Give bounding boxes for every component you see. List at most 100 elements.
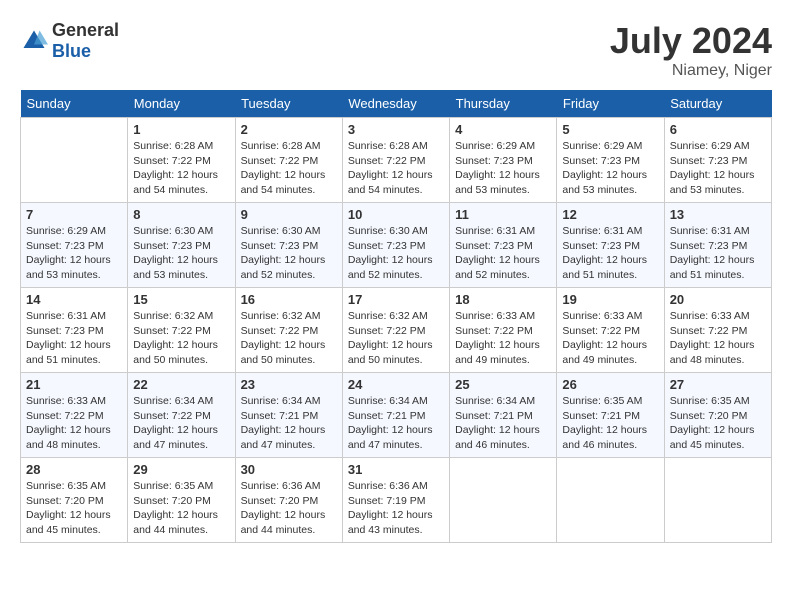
table-row: 12Sunrise: 6:31 AMSunset: 7:23 PMDayligh… — [557, 203, 664, 288]
calendar-week-3: 14Sunrise: 6:31 AMSunset: 7:23 PMDayligh… — [21, 288, 772, 373]
day-number: 11 — [455, 207, 551, 222]
day-info: Sunrise: 6:33 AMSunset: 7:22 PMDaylight:… — [26, 394, 122, 453]
table-row: 4 Sunrise: 6:29 AMSunset: 7:23 PMDaylight… — [450, 118, 557, 203]
day-info: Sunrise: 6:30 AMSunset: 7:23 PMDaylight:… — [348, 224, 444, 283]
day-info: Sunrise: 6:33 AMSunset: 7:22 PMDaylight:… — [562, 309, 658, 368]
table-row: 30 Sunrise: 6:36 AMSunset: 7:20 PMDayligh… — [235, 458, 342, 543]
table-row: 25 Sunrise: 6:34 AMSunset: 7:21 PMDayligh… — [450, 373, 557, 458]
table-row — [557, 458, 664, 543]
calendar-week-4: 21 Sunrise: 6:33 AMSunset: 7:22 PMDayligh… — [21, 373, 772, 458]
table-row: 28 Sunrise: 6:35 AMSunset: 7:20 PMDayligh… — [21, 458, 128, 543]
day-number: 29 — [133, 462, 229, 477]
calendar-week-1: 1 Sunrise: 6:28 AMSunset: 7:22 PMDaylight… — [21, 118, 772, 203]
header-sunday: Sunday — [21, 90, 128, 118]
day-info: Sunrise: 6:29 AMSunset: 7:23 PMDaylight:… — [26, 224, 122, 283]
day-info: Sunrise: 6:36 AMSunset: 7:19 PMDaylight:… — [348, 479, 444, 538]
day-info: Sunrise: 6:34 AMSunset: 7:22 PMDaylight:… — [133, 394, 229, 453]
table-row: 7 Sunrise: 6:29 AMSunset: 7:23 PMDaylight… — [21, 203, 128, 288]
calendar-week-5: 28 Sunrise: 6:35 AMSunset: 7:20 PMDayligh… — [21, 458, 772, 543]
table-row — [450, 458, 557, 543]
header-thursday: Thursday — [450, 90, 557, 118]
calendar-table: Sunday Monday Tuesday Wednesday Thursday… — [20, 90, 772, 543]
day-info: Sunrise: 6:29 AMSunset: 7:23 PMDaylight:… — [670, 139, 766, 198]
day-number: 25 — [455, 377, 551, 392]
page-header: General Blue July 2024 Niamey, Niger — [20, 20, 772, 80]
location-label: Niamey, Niger — [610, 62, 772, 80]
table-row: 31 Sunrise: 6:36 AMSunset: 7:19 PMDayligh… — [342, 458, 449, 543]
day-info: Sunrise: 6:29 AMSunset: 7:23 PMDaylight:… — [455, 139, 551, 198]
table-row — [664, 458, 771, 543]
header-friday: Friday — [557, 90, 664, 118]
day-number: 30 — [241, 462, 337, 477]
day-info: Sunrise: 6:34 AMSunset: 7:21 PMDaylight:… — [241, 394, 337, 453]
day-info: Sunrise: 6:32 AMSunset: 7:22 PMDaylight:… — [241, 309, 337, 368]
table-row: 14Sunrise: 6:31 AMSunset: 7:23 PMDayligh… — [21, 288, 128, 373]
day-info: Sunrise: 6:35 AMSunset: 7:20 PMDaylight:… — [670, 394, 766, 453]
table-row: 24 Sunrise: 6:34 AMSunset: 7:21 PMDayligh… — [342, 373, 449, 458]
day-number: 12 — [562, 207, 658, 222]
day-info: Sunrise: 6:33 AMSunset: 7:22 PMDaylight:… — [670, 309, 766, 368]
logo: General Blue — [20, 20, 119, 62]
day-info: Sunrise: 6:32 AMSunset: 7:22 PMDaylight:… — [133, 309, 229, 368]
day-number: 26 — [562, 377, 658, 392]
day-number: 5 — [562, 122, 658, 137]
day-number: 24 — [348, 377, 444, 392]
logo-general-text: General — [52, 20, 119, 40]
day-number: 22 — [133, 377, 229, 392]
day-info: Sunrise: 6:34 AMSunset: 7:21 PMDaylight:… — [348, 394, 444, 453]
day-number: 1 — [133, 122, 229, 137]
table-row: 3Sunrise: 6:28 AMSunset: 7:22 PMDaylight… — [342, 118, 449, 203]
day-number: 18 — [455, 292, 551, 307]
day-number: 16 — [241, 292, 337, 307]
day-info: Sunrise: 6:35 AMSunset: 7:20 PMDaylight:… — [26, 479, 122, 538]
table-row — [21, 118, 128, 203]
table-row: 20Sunrise: 6:33 AMSunset: 7:22 PMDayligh… — [664, 288, 771, 373]
day-number: 31 — [348, 462, 444, 477]
table-row: 19Sunrise: 6:33 AMSunset: 7:22 PMDayligh… — [557, 288, 664, 373]
header-saturday: Saturday — [664, 90, 771, 118]
table-row: 21 Sunrise: 6:33 AMSunset: 7:22 PMDayligh… — [21, 373, 128, 458]
table-row: 9Sunrise: 6:30 AMSunset: 7:23 PMDaylight… — [235, 203, 342, 288]
table-row: 29 Sunrise: 6:35 AMSunset: 7:20 PMDayligh… — [128, 458, 235, 543]
table-row: 23 Sunrise: 6:34 AMSunset: 7:21 PMDayligh… — [235, 373, 342, 458]
day-number: 21 — [26, 377, 122, 392]
table-row: 1 Sunrise: 6:28 AMSunset: 7:22 PMDaylight… — [128, 118, 235, 203]
day-number: 2 — [241, 122, 337, 137]
title-block: July 2024 Niamey, Niger — [610, 20, 772, 80]
day-number: 7 — [26, 207, 122, 222]
day-info: Sunrise: 6:30 AMSunset: 7:23 PMDaylight:… — [133, 224, 229, 283]
table-row: 13Sunrise: 6:31 AMSunset: 7:23 PMDayligh… — [664, 203, 771, 288]
day-info: Sunrise: 6:31 AMSunset: 7:23 PMDaylight:… — [455, 224, 551, 283]
day-info: Sunrise: 6:32 AMSunset: 7:22 PMDaylight:… — [348, 309, 444, 368]
day-number: 17 — [348, 292, 444, 307]
day-info: Sunrise: 6:31 AMSunset: 7:23 PMDaylight:… — [670, 224, 766, 283]
header-wednesday: Wednesday — [342, 90, 449, 118]
day-number: 23 — [241, 377, 337, 392]
header-monday: Monday — [128, 90, 235, 118]
table-row: 17 Sunrise: 6:32 AMSunset: 7:22 PMDayligh… — [342, 288, 449, 373]
logo-icon — [20, 27, 48, 55]
table-row: 18 Sunrise: 6:33 AMSunset: 7:22 PMDayligh… — [450, 288, 557, 373]
day-number: 15 — [133, 292, 229, 307]
table-row: 16 Sunrise: 6:32 AMSunset: 7:22 PMDayligh… — [235, 288, 342, 373]
day-info: Sunrise: 6:30 AMSunset: 7:23 PMDaylight:… — [241, 224, 337, 283]
calendar-header-row: Sunday Monday Tuesday Wednesday Thursday… — [21, 90, 772, 118]
table-row: 22 Sunrise: 6:34 AMSunset: 7:22 PMDayligh… — [128, 373, 235, 458]
day-info: Sunrise: 6:28 AMSunset: 7:22 PMDaylight:… — [133, 139, 229, 198]
day-info: Sunrise: 6:31 AMSunset: 7:23 PMDaylight:… — [26, 309, 122, 368]
month-title: July 2024 — [610, 20, 772, 62]
table-row: 11 Sunrise: 6:31 AMSunset: 7:23 PMDayligh… — [450, 203, 557, 288]
day-info: Sunrise: 6:28 AMSunset: 7:22 PMDaylight:… — [241, 139, 337, 198]
day-info: Sunrise: 6:35 AMSunset: 7:20 PMDaylight:… — [133, 479, 229, 538]
day-info: Sunrise: 6:29 AMSunset: 7:23 PMDaylight:… — [562, 139, 658, 198]
day-info: Sunrise: 6:35 AMSunset: 7:21 PMDaylight:… — [562, 394, 658, 453]
logo-blue-text: Blue — [52, 41, 91, 61]
day-number: 28 — [26, 462, 122, 477]
table-row: 2 Sunrise: 6:28 AMSunset: 7:22 PMDaylight… — [235, 118, 342, 203]
calendar-week-2: 7 Sunrise: 6:29 AMSunset: 7:23 PMDaylight… — [21, 203, 772, 288]
day-number: 4 — [455, 122, 551, 137]
day-info: Sunrise: 6:36 AMSunset: 7:20 PMDaylight:… — [241, 479, 337, 538]
table-row: 6Sunrise: 6:29 AMSunset: 7:23 PMDaylight… — [664, 118, 771, 203]
day-info: Sunrise: 6:34 AMSunset: 7:21 PMDaylight:… — [455, 394, 551, 453]
day-info: Sunrise: 6:33 AMSunset: 7:22 PMDaylight:… — [455, 309, 551, 368]
